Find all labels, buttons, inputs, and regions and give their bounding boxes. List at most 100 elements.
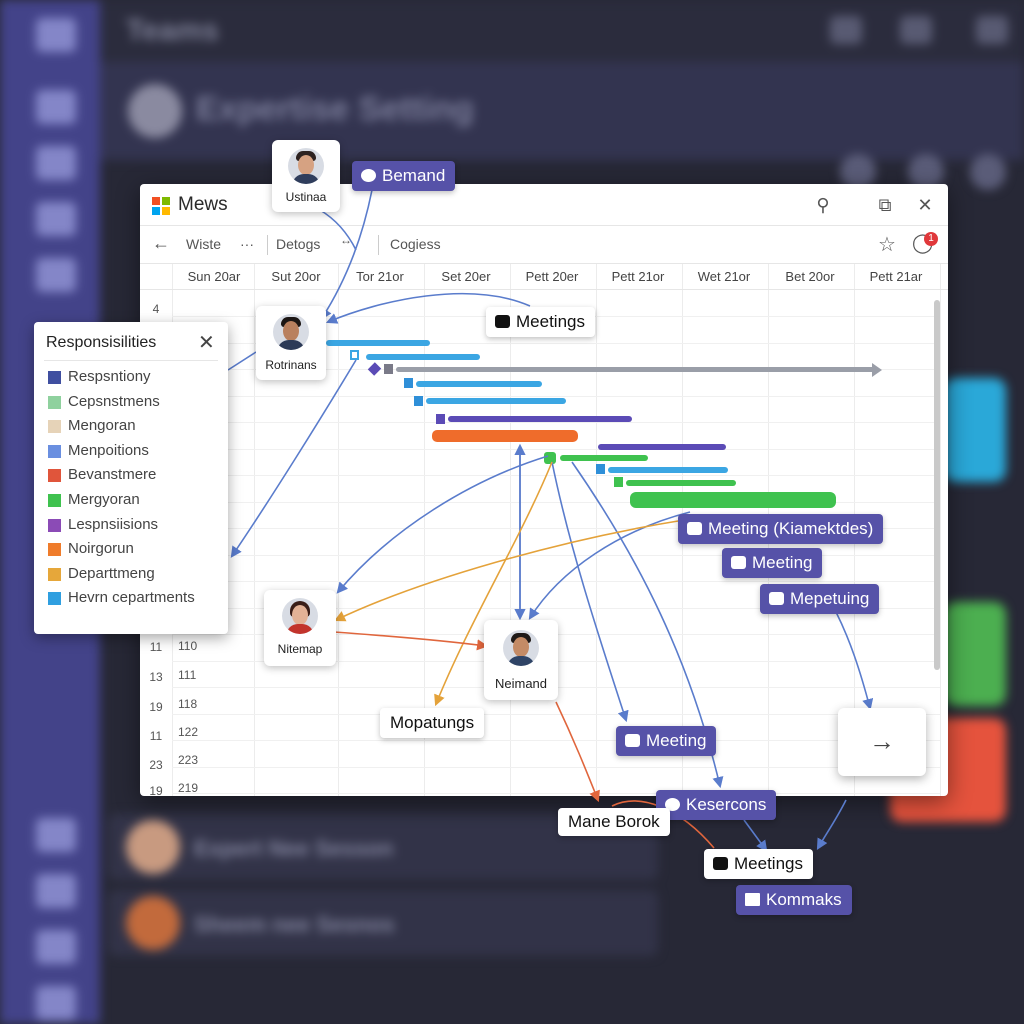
gantt-bar[interactable] xyxy=(416,381,542,387)
gantt-bar[interactable] xyxy=(366,354,480,360)
color-swatch xyxy=(48,518,61,532)
task-marker[interactable] xyxy=(404,378,413,388)
chat-bubble-icon xyxy=(687,522,702,535)
color-swatch xyxy=(48,469,61,483)
gantt-bar[interactable] xyxy=(426,398,566,404)
person-card-ustinaa[interactable]: Ustinaa xyxy=(272,140,340,212)
gantt-bar[interactable] xyxy=(560,455,648,461)
chip-meeting-lower[interactable]: Meeting xyxy=(616,726,717,756)
responsibility-label: Respsntiony xyxy=(68,368,151,385)
chip-meetings-bottom[interactable]: Meetings xyxy=(704,849,813,879)
row-number: 19 xyxy=(149,784,163,796)
color-swatch xyxy=(48,395,61,409)
person-card-nitemap[interactable]: Nitemap xyxy=(264,590,336,666)
responsibility-label: Cepsnstmens xyxy=(68,392,160,410)
avatar xyxy=(503,630,539,666)
row-number: 11 xyxy=(149,729,163,743)
task-marker[interactable] xyxy=(544,452,556,464)
person-card-neimand[interactable]: Neimand xyxy=(484,620,558,700)
topbar-button[interactable] xyxy=(976,16,1008,44)
panel-title: Responsisilities xyxy=(46,334,157,351)
chip-meeting[interactable]: Meeting xyxy=(722,548,823,578)
responsibility-label: Departtmeng xyxy=(68,564,155,582)
chip-bemand[interactable]: Bemand xyxy=(352,161,456,191)
task-marker[interactable] xyxy=(414,396,423,406)
chip-meeting-kiamektdes[interactable]: Meeting (Kiamektdes) xyxy=(678,514,884,544)
vertical-scrollbar[interactable] xyxy=(934,300,940,670)
cell-value: 118 xyxy=(178,697,198,711)
back-arrow-icon[interactable]: ← xyxy=(152,233,170,254)
gantt-bar-long[interactable] xyxy=(630,492,836,508)
gantt-bar[interactable] xyxy=(598,444,726,450)
next-arrow-button[interactable]: → xyxy=(838,708,926,776)
chip-mepetuing[interactable]: Mepetuing xyxy=(760,584,880,614)
task-marker[interactable] xyxy=(596,464,605,474)
popout-icon[interactable]: ⧉ xyxy=(872,192,898,218)
color-swatch xyxy=(48,592,61,606)
date-column-header: Pett 21or xyxy=(611,269,665,284)
close-icon[interactable]: ✕ xyxy=(912,192,938,218)
task-marker[interactable] xyxy=(350,350,359,360)
settings-icon[interactable] xyxy=(36,986,76,1020)
topbar-button[interactable] xyxy=(830,16,862,44)
close-icon[interactable]: ✕ xyxy=(198,330,215,355)
chip-kommaks[interactable]: Kommaks xyxy=(736,885,852,915)
responsibility-label: Menpoitions xyxy=(68,441,149,459)
person-name: Nitemap xyxy=(277,642,323,656)
toolbar-item-cogiess[interactable]: Cogiess xyxy=(390,236,441,252)
chat-bubble-icon xyxy=(713,857,728,870)
chevron-icon[interactable]: ↔ xyxy=(340,233,352,247)
gantt-bar[interactable] xyxy=(326,340,430,346)
header-button[interactable] xyxy=(970,154,1006,190)
window-title: Mews xyxy=(178,194,228,215)
person-name: Neimand xyxy=(494,676,548,691)
help-icon[interactable] xyxy=(36,874,76,908)
row-number: 11 xyxy=(149,640,163,654)
toolbar: ← Wiste ··· Detogs ↔ Cogiess ☆ ◯ xyxy=(140,226,948,264)
gantt-bar-summary[interactable] xyxy=(396,367,876,372)
gantt-bar-highlight[interactable] xyxy=(432,430,578,442)
notification-badge: 1 xyxy=(924,232,938,246)
top-bar xyxy=(100,0,1024,62)
chat-icon[interactable] xyxy=(36,146,76,180)
gantt-bar[interactable] xyxy=(626,480,736,486)
gantt-bar[interactable] xyxy=(608,467,728,473)
avatar xyxy=(273,314,309,350)
cell-value: 110 xyxy=(178,639,198,653)
task-marker[interactable] xyxy=(436,414,445,424)
person-name: Rotrinans xyxy=(265,358,317,372)
apps-grid-icon[interactable] xyxy=(36,18,76,52)
more-icon[interactable]: ··· xyxy=(240,236,254,252)
chat-bubble-icon xyxy=(625,734,640,747)
chip-mane-borok[interactable]: Mane Borok xyxy=(558,808,670,836)
person-card-rotrinans[interactable]: Rotrinans xyxy=(256,306,326,380)
color-swatch xyxy=(48,494,61,507)
milestone-diamond[interactable] xyxy=(367,362,382,376)
apps-icon[interactable] xyxy=(36,930,76,964)
list-item-label: Expert Nee Sesson xyxy=(194,836,394,861)
toolbar-item-wiste[interactable]: Wiste xyxy=(186,236,221,252)
chip-meetings-top[interactable]: Meetings xyxy=(486,307,595,337)
color-swatch xyxy=(48,567,61,581)
teams-icon[interactable] xyxy=(36,202,76,236)
task-marker[interactable] xyxy=(384,364,393,374)
responsibility-label: Bevanstmere xyxy=(68,466,157,484)
toolbar-item-detogs[interactable]: Detogs xyxy=(276,236,320,252)
chat-bubble-icon xyxy=(495,315,510,328)
chip-mopatungs[interactable]: Mopatungs xyxy=(380,708,485,738)
background-card xyxy=(944,378,1006,482)
edit-icon[interactable] xyxy=(36,818,76,852)
activity-icon[interactable] xyxy=(36,90,76,124)
date-column-header: Bet 20or xyxy=(785,269,835,284)
star-icon[interactable]: ☆ xyxy=(878,232,896,257)
task-marker[interactable] xyxy=(614,477,623,487)
search-icon[interactable]: ⚲ xyxy=(810,192,836,218)
gantt-bar[interactable] xyxy=(448,416,632,422)
avatar xyxy=(282,598,318,634)
calendar-icon[interactable] xyxy=(36,258,76,292)
topbar-button[interactable] xyxy=(900,16,932,44)
list-item[interactable]: Sheem nee Sesnos xyxy=(108,890,658,956)
chip-kesercons[interactable]: Kesercons xyxy=(656,790,777,820)
checkbox-icon xyxy=(745,893,760,906)
planner-window: Mews ⚲ ⧉ ✕ ← Wiste ··· Detogs ↔ Cogiess … xyxy=(140,184,948,796)
